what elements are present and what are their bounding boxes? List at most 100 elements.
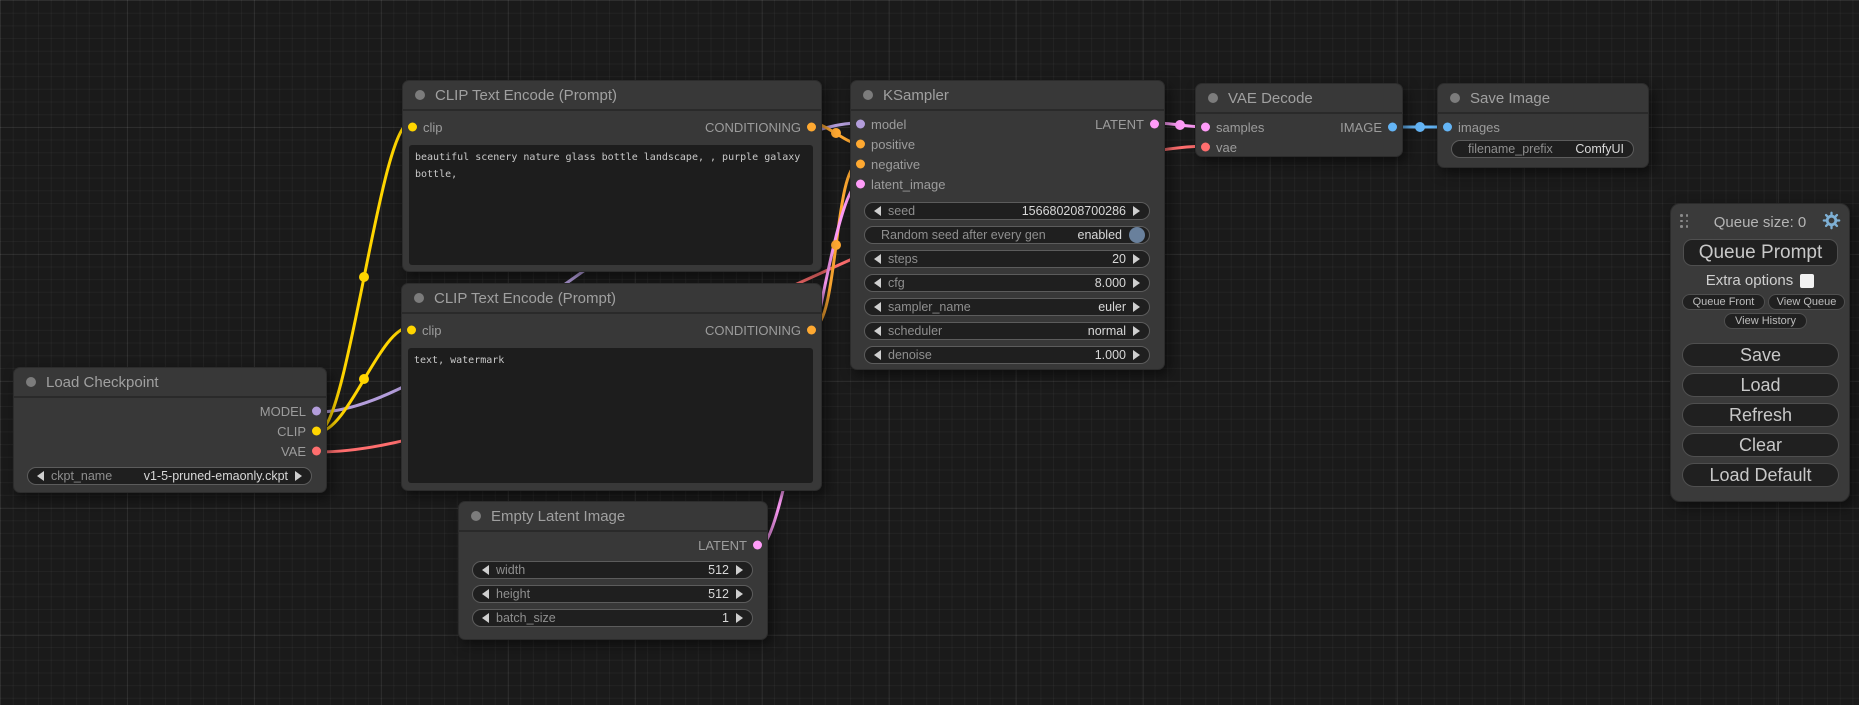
input-slot-latent-image[interactable]	[856, 180, 865, 189]
output-slot-conditioning[interactable]	[807, 123, 816, 132]
collapse-dot-icon[interactable]	[26, 377, 36, 387]
load-button[interactable]: Load	[1682, 373, 1839, 397]
output-slot-conditioning[interactable]	[807, 326, 816, 335]
decrement-arrow-icon[interactable]	[874, 326, 881, 336]
collapse-dot-icon[interactable]	[1208, 93, 1218, 103]
widget-value: 1.000	[1095, 348, 1126, 362]
extra-options-checkbox[interactable]	[1800, 274, 1814, 288]
widget-label: width	[496, 563, 525, 577]
collapse-dot-icon[interactable]	[414, 293, 424, 303]
increment-arrow-icon[interactable]	[1133, 278, 1140, 288]
widget-steps[interactable]: steps 20	[864, 250, 1150, 268]
output-slot-latent[interactable]	[753, 541, 762, 550]
widget-ckpt-name[interactable]: ckpt_name v1-5-pruned-emaonly.ckpt	[27, 467, 312, 485]
widget-cfg[interactable]: cfg 8.000	[864, 274, 1150, 292]
input-slot-clip[interactable]	[407, 326, 416, 335]
node-clip-text-encode-positive[interactable]: CLIP Text Encode (Prompt) clip CONDITION…	[402, 80, 822, 272]
settings-gear-icon[interactable]	[1822, 211, 1841, 235]
output-slot-image[interactable]	[1388, 123, 1397, 132]
input-slot-label: clip	[423, 120, 443, 135]
widget-value: v1-5-pruned-emaonly.ckpt	[144, 469, 288, 483]
widget-value: 512	[708, 587, 729, 601]
input-slot-model[interactable]	[856, 120, 865, 129]
clear-button[interactable]: Clear	[1682, 433, 1839, 457]
node-title-bar[interactable]: CLIP Text Encode (Prompt)	[403, 81, 821, 111]
decrement-arrow-icon[interactable]	[37, 471, 44, 481]
increment-arrow-icon[interactable]	[1133, 350, 1140, 360]
widget-sampler-name[interactable]: sampler_name euler	[864, 298, 1150, 316]
increment-arrow-icon[interactable]	[1133, 254, 1140, 264]
widget-batch-size[interactable]: batch_size 1	[472, 609, 753, 627]
widget-label: scheduler	[888, 324, 942, 338]
output-slot-latent[interactable]	[1150, 120, 1159, 129]
decrement-arrow-icon[interactable]	[482, 613, 489, 623]
node-load-checkpoint[interactable]: Load Checkpoint MODEL CLIP VAE ckpt_name…	[13, 367, 327, 493]
widget-label: denoise	[888, 348, 932, 362]
increment-arrow-icon[interactable]	[295, 471, 302, 481]
refresh-button[interactable]: Refresh	[1682, 403, 1839, 427]
widget-seed[interactable]: seed 156680208700286	[864, 202, 1150, 220]
increment-arrow-icon[interactable]	[736, 565, 743, 575]
decrement-arrow-icon[interactable]	[874, 254, 881, 264]
increment-arrow-icon[interactable]	[1133, 302, 1140, 312]
increment-arrow-icon[interactable]	[736, 589, 743, 599]
widget-denoise[interactable]: denoise 1.000	[864, 346, 1150, 364]
collapse-dot-icon[interactable]	[415, 90, 425, 100]
decrement-arrow-icon[interactable]	[874, 278, 881, 288]
node-title-bar[interactable]: Load Checkpoint	[14, 368, 326, 398]
node-vae-decode[interactable]: VAE Decode samples IMAGE vae	[1195, 83, 1403, 157]
collapse-dot-icon[interactable]	[1450, 93, 1460, 103]
node-title: VAE Decode	[1228, 90, 1313, 107]
node-title-bar[interactable]: Empty Latent Image	[459, 502, 767, 532]
input-slot-vae[interactable]	[1201, 143, 1210, 152]
decrement-arrow-icon[interactable]	[874, 302, 881, 312]
input-slot-negative[interactable]	[856, 160, 865, 169]
prompt-textarea[interactable]: text, watermark	[408, 348, 813, 483]
input-slot-clip[interactable]	[408, 123, 417, 132]
increment-arrow-icon[interactable]	[1133, 206, 1140, 216]
increment-arrow-icon[interactable]	[1133, 326, 1140, 336]
collapse-dot-icon[interactable]	[471, 511, 481, 521]
decrement-arrow-icon[interactable]	[874, 350, 881, 360]
output-slot-model[interactable]	[312, 407, 321, 416]
output-slot-label: LATENT	[1095, 117, 1144, 132]
node-clip-text-encode-negative[interactable]: CLIP Text Encode (Prompt) clip CONDITION…	[401, 283, 822, 491]
toggle-enabled-icon[interactable]	[1129, 227, 1145, 243]
queue-front-button[interactable]: Queue Front	[1682, 294, 1765, 310]
node-title-bar[interactable]: VAE Decode	[1196, 84, 1402, 114]
widget-height[interactable]: height 512	[472, 585, 753, 603]
widget-width[interactable]: width 512	[472, 561, 753, 579]
load-default-button[interactable]: Load Default	[1682, 463, 1839, 487]
output-slot-label: VAE	[281, 444, 306, 459]
node-title-bar[interactable]: CLIP Text Encode (Prompt)	[402, 284, 821, 314]
view-queue-button[interactable]: View Queue	[1768, 294, 1845, 310]
widget-filename-prefix[interactable]: filename_prefix ComfyUI	[1451, 140, 1634, 158]
decrement-arrow-icon[interactable]	[482, 589, 489, 599]
input-slot-samples[interactable]	[1201, 123, 1210, 132]
collapse-dot-icon[interactable]	[863, 90, 873, 100]
queue-prompt-button[interactable]: Queue Prompt	[1683, 239, 1838, 266]
decrement-arrow-icon[interactable]	[874, 206, 881, 216]
node-title-bar[interactable]: Save Image	[1438, 84, 1648, 114]
input-slot-label: vae	[1216, 140, 1237, 155]
input-slot-images[interactable]	[1443, 123, 1452, 132]
graph-canvas[interactable]: CLIP Text Encode (Prompt) clip CONDITION…	[0, 0, 1859, 705]
view-history-button[interactable]: View History	[1724, 313, 1807, 329]
prompt-textarea[interactable]: beautiful scenery nature glass bottle la…	[409, 145, 813, 265]
output-slot-clip[interactable]	[312, 427, 321, 436]
node-ksampler[interactable]: KSampler model LATENT positive negative …	[850, 80, 1165, 370]
widget-label: sampler_name	[888, 300, 971, 314]
widget-scheduler[interactable]: scheduler normal	[864, 322, 1150, 340]
output-slot-vae[interactable]	[312, 447, 321, 456]
widget-random-seed-toggle[interactable]: Random seed after every gen enabled	[864, 226, 1150, 244]
input-slot-positive[interactable]	[856, 140, 865, 149]
extra-options-label: Extra options	[1706, 272, 1794, 289]
node-title-bar[interactable]: KSampler	[851, 81, 1164, 111]
widget-label: steps	[888, 252, 918, 266]
node-save-image[interactable]: Save Image images filename_prefix ComfyU…	[1437, 83, 1649, 168]
node-empty-latent-image[interactable]: Empty Latent Image LATENT width 512 heig…	[458, 501, 768, 640]
decrement-arrow-icon[interactable]	[482, 565, 489, 575]
increment-arrow-icon[interactable]	[736, 613, 743, 623]
save-button[interactable]: Save	[1682, 343, 1839, 367]
queue-panel: Queue size: 0	[1670, 203, 1850, 502]
